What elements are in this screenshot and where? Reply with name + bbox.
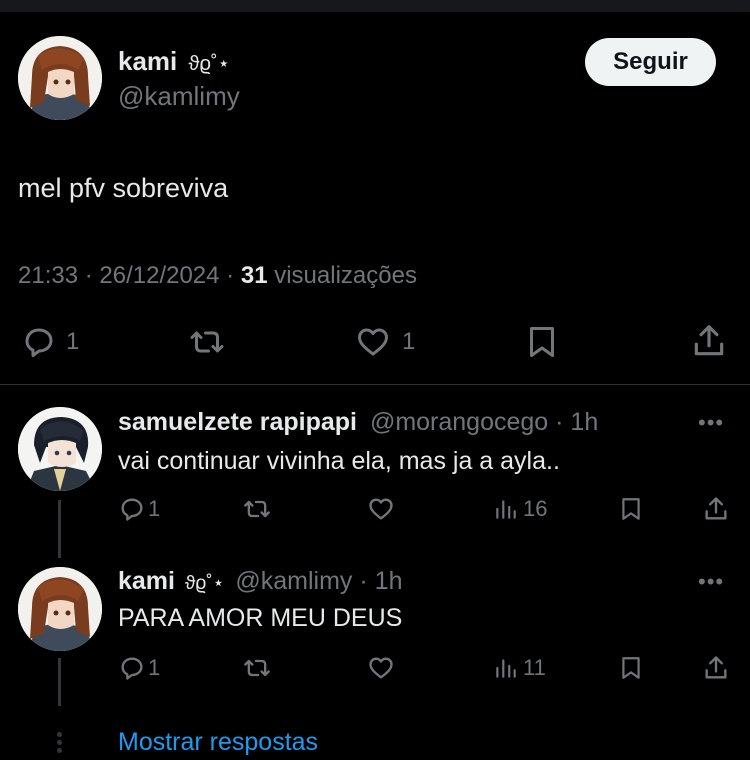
bookmark-icon xyxy=(530,327,554,357)
views-button[interactable]: 16 xyxy=(493,495,547,523)
thread-dot xyxy=(57,740,62,745)
divider xyxy=(0,384,750,385)
avatar-image xyxy=(18,36,102,120)
views-icon xyxy=(496,659,516,678)
reply-header: samuelzete rapipapi @morangocego · 1h xyxy=(118,408,598,437)
reply-button[interactable]: 1 xyxy=(118,495,160,523)
reply-author-handle[interactable]: @kamlimy xyxy=(235,567,352,595)
avatar-image xyxy=(18,567,102,651)
reply-count: 1 xyxy=(148,655,161,680)
top-bar xyxy=(0,0,750,12)
follow-button[interactable]: Seguir xyxy=(585,38,716,86)
like-button[interactable] xyxy=(367,654,395,682)
retweet-icon xyxy=(244,659,270,677)
show-replies-link[interactable]: Mostrar respostas xyxy=(118,728,318,757)
like-icon xyxy=(358,328,388,356)
avatar[interactable] xyxy=(18,36,102,120)
bookmark-icon xyxy=(622,657,640,679)
retweet-button[interactable] xyxy=(186,324,228,360)
bookmark-button[interactable] xyxy=(618,653,644,683)
share-icon xyxy=(705,656,727,679)
post-timestamp[interactable]: 21:33 · 26/12/2024 · xyxy=(18,262,234,289)
views-label: visualizações xyxy=(274,262,417,289)
like-icon xyxy=(369,657,393,679)
reply-text: vai continuar vivinha ela, mas ja a ayla… xyxy=(118,447,560,475)
reply-author-handle[interactable]: @morangocego xyxy=(370,408,548,436)
reply-header: kami ϑϱ˚⋆ @kamlimy · 1h xyxy=(118,567,402,596)
reply-icon xyxy=(121,498,143,521)
reply-time[interactable]: · 1h xyxy=(555,408,598,436)
more-icon[interactable]: ••• xyxy=(698,410,724,436)
avatar-image xyxy=(18,407,102,491)
reply-button[interactable]: 1 xyxy=(118,654,160,682)
retweet-button[interactable] xyxy=(242,654,272,682)
post-metadata: 21:33 · 26/12/2024 · 31 visualizações xyxy=(18,262,417,290)
author-name-row: kami ϑϱ˚⋆ xyxy=(118,46,230,77)
reply-count: 1 xyxy=(66,328,80,355)
name-decoration: ϑϱ˚⋆ xyxy=(184,573,225,594)
thread-dot xyxy=(57,732,62,737)
share-button[interactable] xyxy=(702,653,730,683)
reply-button[interactable]: 1 xyxy=(20,324,79,360)
bookmark-icon xyxy=(622,498,640,520)
share-icon xyxy=(705,497,727,520)
view-count: 16 xyxy=(523,496,548,521)
share-button[interactable] xyxy=(690,322,728,360)
retweet-icon xyxy=(190,331,224,353)
thread-dot xyxy=(57,748,62,753)
reply-count: 1 xyxy=(148,496,161,521)
reply-time[interactable]: · 1h xyxy=(359,567,402,595)
more-icon[interactable]: ••• xyxy=(698,569,724,595)
post-text: mel pfv sobreviva xyxy=(18,173,229,203)
author-name[interactable]: kami xyxy=(118,46,177,76)
bookmark-button[interactable] xyxy=(618,494,644,524)
retweet-icon xyxy=(244,500,270,518)
views-count: 31 xyxy=(240,262,268,289)
share-icon xyxy=(694,325,724,356)
reply-author-name[interactable]: kami xyxy=(118,567,175,595)
reply-text: PARA AMOR MEU DEUS xyxy=(118,604,403,632)
share-button[interactable] xyxy=(702,494,730,524)
author-handle[interactable]: @kamlimy xyxy=(118,81,240,112)
bookmark-button[interactable] xyxy=(524,322,560,362)
reply-avatar[interactable] xyxy=(18,407,102,491)
reply-icon xyxy=(25,328,53,357)
like-count: 1 xyxy=(402,328,416,355)
retweet-button[interactable] xyxy=(242,495,272,523)
view-count: 11 xyxy=(523,655,546,680)
reply-author-name[interactable]: samuelzete rapipapi xyxy=(118,408,357,436)
like-icon xyxy=(369,498,393,520)
thread-line xyxy=(58,500,61,558)
thread-line xyxy=(58,658,61,706)
views-button[interactable]: 11 xyxy=(493,654,546,682)
views-icon xyxy=(496,500,516,519)
like-button[interactable]: 1 xyxy=(354,324,415,360)
reply-icon xyxy=(121,657,143,680)
like-button[interactable] xyxy=(367,495,395,523)
reply-avatar[interactable] xyxy=(18,567,102,651)
name-decoration: ϑϱ˚⋆ xyxy=(188,53,231,75)
